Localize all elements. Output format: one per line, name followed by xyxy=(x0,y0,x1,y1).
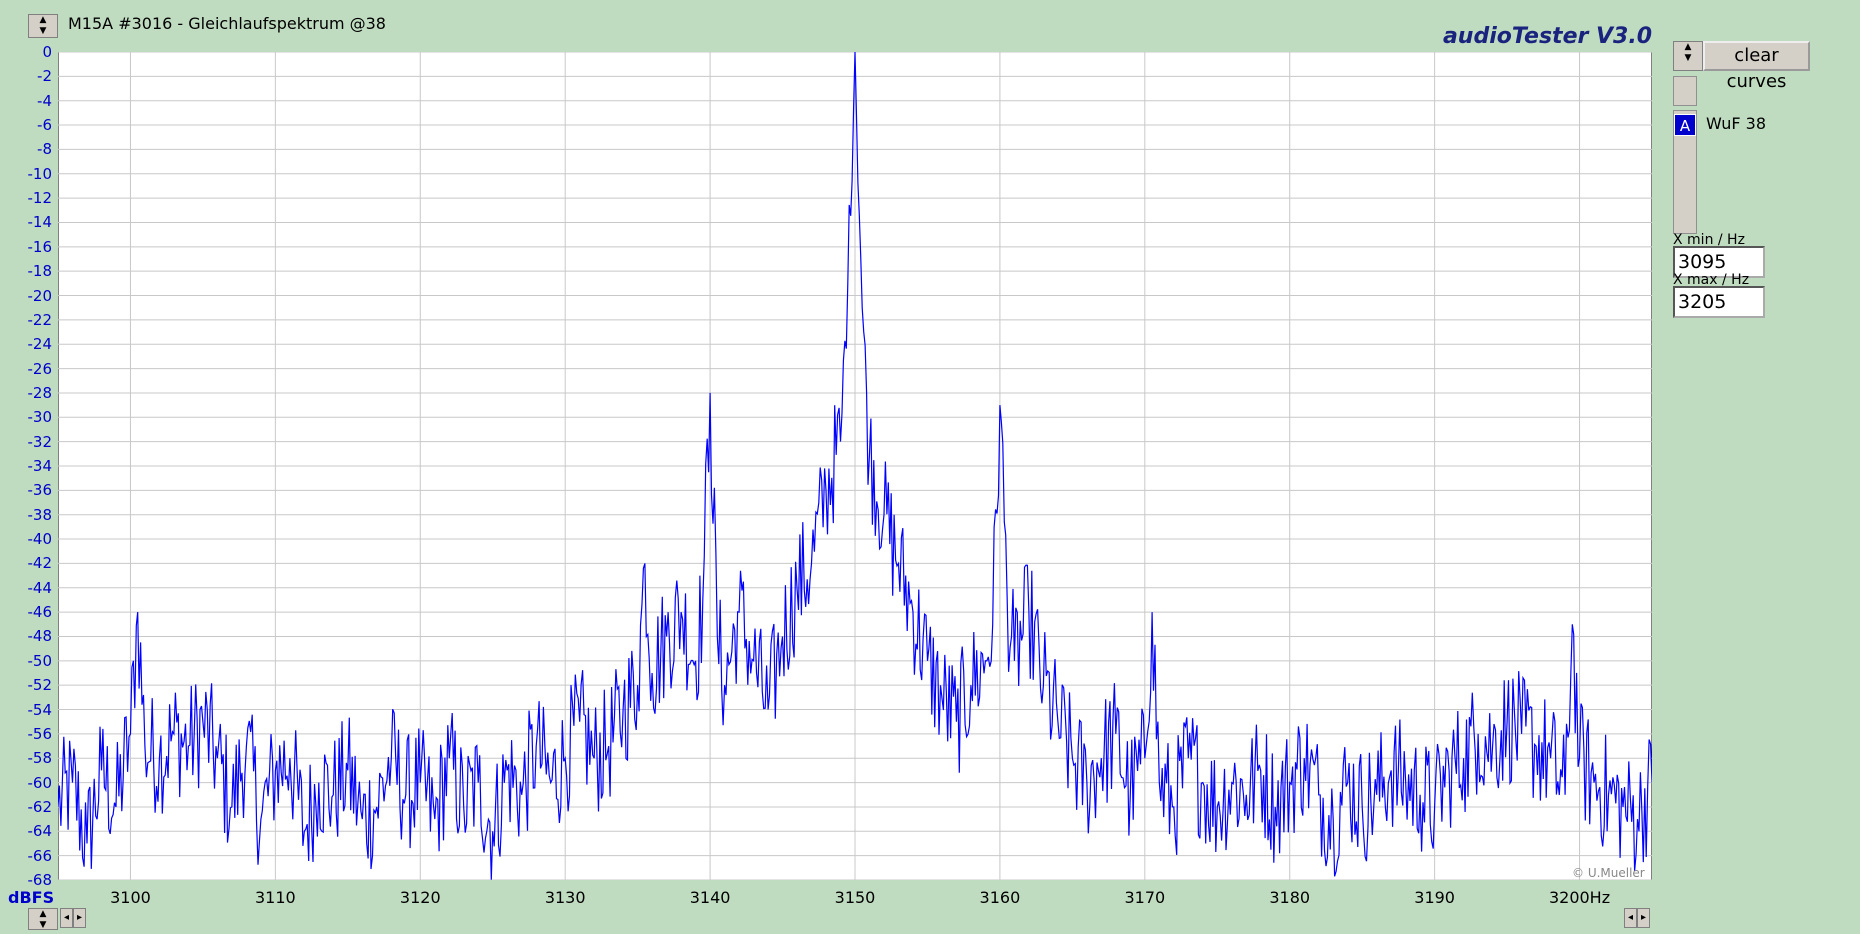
curve-spinner[interactable]: ▲ ▼ xyxy=(1673,41,1703,71)
y-tick-label: -52 xyxy=(27,676,53,695)
x-tick-label: 3160 xyxy=(979,888,1021,907)
y-tick-label: -42 xyxy=(27,554,53,573)
y-tick-label: -28 xyxy=(27,383,53,402)
app-brand: audioTester V3.0 xyxy=(1442,24,1652,49)
scroll-left-arrow-icon[interactable]: ◂ xyxy=(60,908,73,928)
curve-slot-empty[interactable] xyxy=(1673,76,1697,106)
y-tick-label: -10 xyxy=(27,164,53,183)
y-tick-label: -38 xyxy=(27,505,53,524)
y-tick-label: -22 xyxy=(27,310,53,329)
y-tick-label: -4 xyxy=(37,91,52,110)
scroll-right-arrow-icon-2[interactable]: ▸ xyxy=(1637,908,1650,928)
y-tick-label: -62 xyxy=(27,797,53,816)
y-tick-label: 0 xyxy=(42,43,52,61)
y-tick-label: -60 xyxy=(27,773,53,792)
chart-title: M15A #3016 - Gleichlaufspektrum @38 xyxy=(68,14,386,33)
scroll-right-arrow-icon[interactable]: ▸ xyxy=(73,908,86,928)
y-tick-label: -66 xyxy=(27,846,53,865)
y-tick-label: -64 xyxy=(27,822,53,841)
y-axis-label: dBFS xyxy=(8,888,55,907)
copyright-note: © U.Mueller xyxy=(1572,866,1645,880)
y-tick-label: -44 xyxy=(27,578,53,597)
y-tick-label: -24 xyxy=(27,335,53,354)
y-tick-label: -16 xyxy=(27,237,53,256)
y-tick-label: -36 xyxy=(27,481,53,500)
x-tick-label: 3190 xyxy=(1414,888,1455,907)
y-tick-label: -34 xyxy=(27,457,53,475)
y-tick-label: -12 xyxy=(27,189,53,208)
y-tick-label: -50 xyxy=(27,651,53,670)
xmax-input[interactable]: 3205 xyxy=(1673,286,1765,318)
x-tick-label: 3110 xyxy=(255,888,296,907)
x-tick-label: 3200Hz xyxy=(1548,888,1611,907)
y-tick-label: -32 xyxy=(27,432,53,451)
y-tick-label: -40 xyxy=(27,530,53,549)
clear-curves-button[interactable]: clear curves xyxy=(1703,41,1810,92)
x-tick-label: 3100 xyxy=(110,888,151,907)
x-tick-label: 3130 xyxy=(544,888,586,907)
bottom-left-spinner[interactable]: ▲ ▼ xyxy=(28,908,58,930)
y-tick-label: -6 xyxy=(37,116,52,135)
y-tick-label: -58 xyxy=(27,749,53,768)
y-tick-label: -8 xyxy=(37,140,52,159)
y-tick-label: -46 xyxy=(27,603,53,622)
y-tick-label: -18 xyxy=(27,262,53,281)
x-tick-label: 3150 xyxy=(834,888,876,907)
y-tick-label: -2 xyxy=(37,67,52,86)
y-tick-label: -30 xyxy=(27,408,53,427)
x-tick-label: 3180 xyxy=(1269,888,1311,907)
scroll-left-arrow-icon-2[interactable]: ◂ xyxy=(1624,908,1637,928)
curve-name: WuF 38 xyxy=(1706,114,1767,133)
y-tick-label: -68 xyxy=(27,871,53,889)
y-tick-label: -56 xyxy=(27,724,53,743)
x-tick-label: 3120 xyxy=(399,888,441,907)
title-spinner[interactable]: ▲ ▼ xyxy=(28,14,58,38)
y-tick-label: -20 xyxy=(27,286,53,305)
x-tick-label: 3140 xyxy=(689,888,731,907)
spectrum-chart xyxy=(58,52,1652,880)
y-tick-label: -48 xyxy=(27,627,53,646)
curve-a-badge[interactable]: A xyxy=(1674,114,1696,136)
x-tick-label: 3170 xyxy=(1124,888,1166,907)
y-tick-label: -54 xyxy=(27,700,53,719)
y-tick-label: -14 xyxy=(27,213,53,232)
y-tick-label: -26 xyxy=(27,359,53,378)
